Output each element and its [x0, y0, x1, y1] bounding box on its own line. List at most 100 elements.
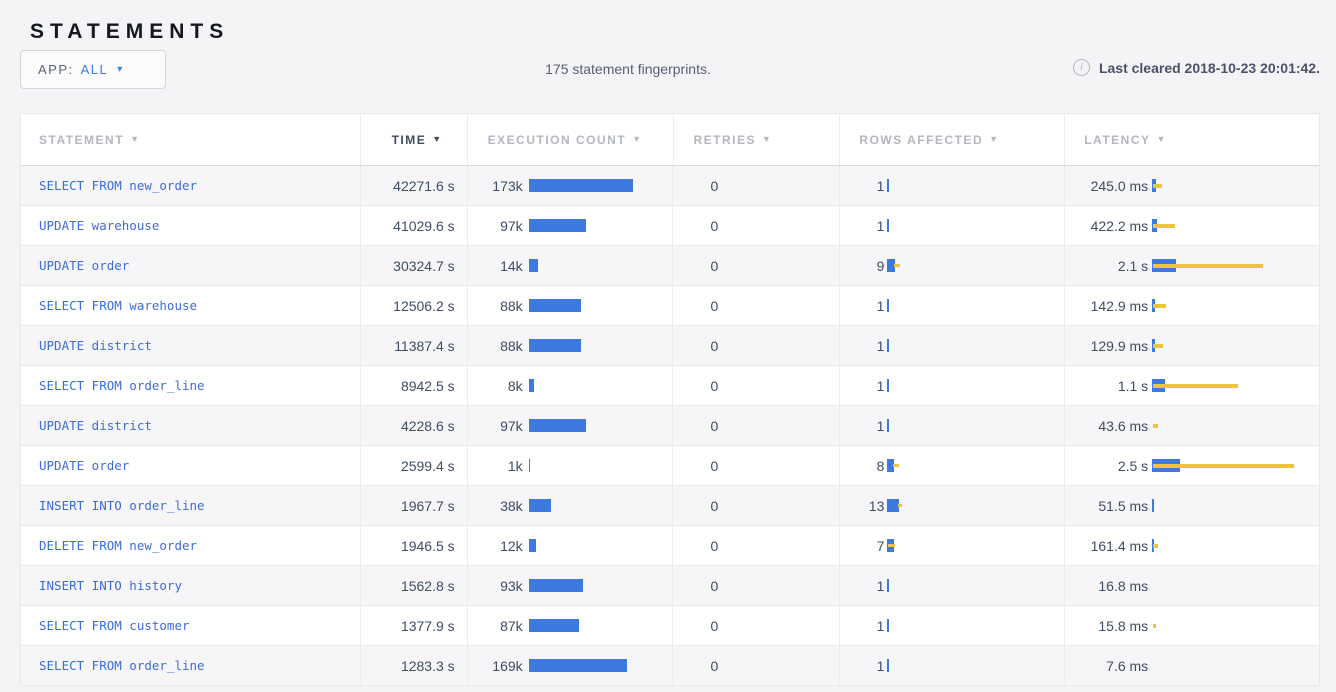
rows-affected-value: 1 — [840, 378, 884, 394]
execution-count-bar — [529, 499, 551, 512]
retries-cell: 0 — [672, 406, 839, 445]
execution-count-cell: 169k — [467, 646, 673, 685]
rows-affected-bar — [887, 579, 889, 592]
rows-affected-bar — [887, 419, 889, 432]
column-label: LATENCY — [1084, 133, 1150, 147]
statement-cell: UPDATE warehouse — [21, 206, 360, 245]
app-filter-dropdown[interactable]: APP: ALL ▾ — [20, 50, 166, 89]
execution-count-value: 38k — [468, 498, 523, 514]
execution-count-value: 173k — [468, 178, 523, 194]
rows-affected-value: 1 — [840, 298, 884, 314]
statement-link[interactable]: SELECT FROM customer — [39, 618, 190, 633]
statement-cell: INSERT INTO order_line — [21, 486, 360, 525]
rows-affected-cell: 1 — [839, 166, 1064, 205]
rows-affected-bar — [887, 299, 889, 312]
statement-link[interactable]: UPDATE warehouse — [39, 218, 159, 233]
column-header-execution-count[interactable]: EXECUTION COUNT ▼ — [467, 114, 673, 165]
execution-count-bar — [529, 419, 586, 432]
statement-cell: UPDATE order — [21, 246, 360, 285]
statement-link[interactable]: INSERT INTO order_line — [39, 498, 205, 513]
latency-value: 422.2 ms — [1065, 218, 1148, 234]
execution-count-value: 97k — [468, 218, 523, 234]
statement-link[interactable]: UPDATE district — [39, 418, 152, 433]
rows-affected-value: 9 — [840, 258, 884, 274]
latency-chart — [1152, 659, 1319, 673]
statement-link[interactable]: UPDATE order — [39, 258, 129, 273]
latency-chart — [1152, 499, 1319, 513]
statement-link[interactable]: UPDATE district — [39, 338, 152, 353]
execution-count-value: 8k — [468, 378, 523, 394]
rows-affected-value: 1 — [840, 658, 884, 674]
column-label: RETRIES — [694, 133, 757, 147]
retries-value: 0 — [710, 258, 718, 274]
statement-link[interactable]: SELECT FROM order_line — [39, 378, 205, 393]
sort-arrow-icon: ▼ — [632, 134, 642, 144]
table-row: SELECT FROM customer 1377.9 s 87k 0 1 15… — [21, 606, 1319, 646]
time-value: 30324.7 s — [393, 258, 455, 274]
rows-affected-value: 1 — [840, 178, 884, 194]
statement-cell: DELETE FROM new_order — [21, 526, 360, 565]
latency-chart — [1152, 539, 1319, 553]
rows-affected-chart — [887, 459, 1064, 473]
statement-link[interactable]: SELECT FROM new_order — [39, 178, 197, 193]
column-header-time[interactable]: TIME ▼ — [360, 114, 467, 165]
latency-cell: 1.1 s — [1064, 366, 1319, 405]
rows-affected-cell: 1 — [839, 286, 1064, 325]
info-icon[interactable]: i — [1073, 59, 1090, 76]
latency-chart — [1152, 419, 1319, 433]
retries-value: 0 — [710, 618, 718, 634]
statement-link[interactable]: INSERT INTO history — [39, 578, 182, 593]
statement-link[interactable]: SELECT FROM warehouse — [39, 298, 197, 313]
execution-count-cell: 1k — [467, 446, 673, 485]
column-label: STATEMENT — [39, 133, 124, 147]
retries-value: 0 — [710, 378, 718, 394]
table-row: INSERT INTO order_line 1967.7 s 38k 0 13… — [21, 486, 1319, 526]
latency-value: 245.0 ms — [1065, 178, 1148, 194]
rows-affected-bar — [887, 659, 889, 672]
execution-count-cell: 93k — [467, 566, 673, 605]
fingerprint-summary: 175 statement fingerprints. — [545, 61, 711, 77]
execution-count-value: 87k — [468, 618, 523, 634]
rows-affected-cell: 1 — [839, 206, 1064, 245]
execution-count-bar — [529, 299, 581, 312]
latency-value: 142.9 ms — [1065, 298, 1148, 314]
column-header-rows-affected[interactable]: ROWS AFFECTED ▼ — [839, 114, 1064, 165]
app-filter-value: ALL — [81, 62, 109, 77]
rows-affected-value: 1 — [840, 418, 884, 434]
latency-value: 43.6 ms — [1065, 418, 1148, 434]
statement-link[interactable]: DELETE FROM new_order — [39, 538, 197, 553]
time-value: 1967.7 s — [401, 498, 455, 514]
execution-count-bar — [529, 219, 586, 232]
rows-affected-cell: 13 — [839, 486, 1064, 525]
column-header-retries[interactable]: RETRIES ▼ — [673, 114, 840, 165]
latency-chart — [1152, 179, 1319, 193]
retries-cell: 0 — [672, 286, 839, 325]
time-value: 8942.5 s — [401, 378, 455, 394]
rows-affected-chart — [887, 419, 1064, 433]
rows-affected-value: 13 — [840, 498, 884, 514]
execution-count-chart — [529, 179, 673, 193]
execution-count-value: 169k — [468, 658, 523, 674]
table-row: UPDATE order 2599.4 s 1k 0 8 2.5 s — [21, 446, 1319, 486]
statement-cell: UPDATE order — [21, 446, 360, 485]
time-cell: 4228.6 s — [360, 406, 467, 445]
statement-cell: SELECT FROM customer — [21, 606, 360, 645]
retries-value: 0 — [710, 538, 718, 554]
column-header-statement[interactable]: STATEMENT ▼ — [21, 114, 360, 165]
latency-stddev-bar — [1153, 264, 1263, 268]
time-cell: 2599.4 s — [360, 446, 467, 485]
rows-affected-chart — [887, 179, 1064, 193]
rows-affected-cell: 8 — [839, 446, 1064, 485]
latency-chart — [1152, 379, 1319, 393]
execution-count-value: 1k — [468, 458, 523, 474]
rows-affected-stddev-bar — [894, 264, 900, 267]
statement-link[interactable]: UPDATE order — [39, 458, 129, 473]
execution-count-cell: 8k — [467, 366, 673, 405]
last-cleared-text: Last cleared 2018-10-23 20:01:42. — [1099, 60, 1320, 76]
rows-affected-stddev-bar — [893, 464, 899, 467]
latency-value: 16.8 ms — [1065, 578, 1148, 594]
statement-link[interactable]: SELECT FROM order_line — [39, 658, 205, 673]
column-header-latency[interactable]: LATENCY ▼ — [1064, 114, 1319, 165]
retries-value: 0 — [710, 338, 718, 354]
latency-value: 15.8 ms — [1065, 618, 1148, 634]
